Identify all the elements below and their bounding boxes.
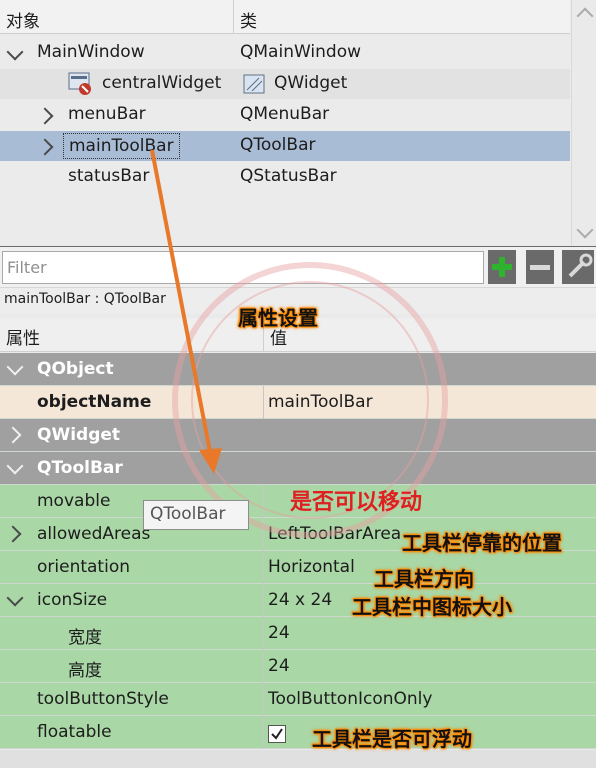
tree-row-statusbar[interactable]: statusBar QStatusBar — [0, 162, 570, 192]
minus-icon — [530, 265, 550, 270]
configure-button[interactable] — [562, 250, 594, 284]
wrench-icon — [568, 253, 593, 278]
chevron-right-icon[interactable] — [4, 426, 22, 444]
chevron-right-icon[interactable] — [36, 138, 54, 156]
object-name: centralWidget — [102, 73, 222, 93]
tree-row-centralwidget[interactable]: centralWidget QWidget — [0, 69, 570, 99]
annotation-allowed-areas: 工具栏停靠的位置 — [402, 531, 562, 555]
object-name: statusBar — [68, 166, 150, 186]
object-class: QToolBar — [240, 135, 316, 155]
object-name: menuBar — [68, 104, 146, 124]
property-row-width[interactable]: 宽度 24 — [0, 617, 596, 650]
chevron-right-icon[interactable] — [36, 107, 54, 125]
annotation-icon-size: 工具栏中图标大小 — [352, 595, 512, 619]
checkmark-icon — [271, 728, 283, 740]
property-row-height[interactable]: 高度 24 — [0, 650, 596, 683]
property-editor-footer — [0, 750, 596, 768]
property-name: 宽度 — [68, 628, 102, 648]
qwidget-class-icon — [243, 74, 265, 94]
scroll-up-icon[interactable] — [576, 7, 594, 25]
chevron-down-icon[interactable] — [6, 457, 24, 475]
object-inspector: 对象 类 MainWindow QMainWindow centralWidge… — [0, 0, 596, 246]
tooltip: QToolBar — [143, 500, 249, 530]
column-header-class[interactable]: 类 — [240, 7, 257, 32]
property-row-toolbuttonstyle[interactable]: toolButtonStyle ToolButtonIconOnly — [0, 683, 596, 716]
property-name: movable — [37, 491, 111, 511]
property-value[interactable]: Horizontal — [268, 557, 355, 577]
chevron-right-icon[interactable] — [4, 525, 22, 543]
inspector-scrollbar[interactable] — [571, 0, 596, 246]
inspector-header: 对象 类 — [0, 0, 570, 34]
property-value[interactable]: 24 — [268, 623, 290, 643]
object-class: QMainWindow — [240, 42, 361, 62]
remove-property-button[interactable] — [526, 250, 554, 284]
chevron-down-icon[interactable] — [6, 589, 24, 607]
property-name: toolButtonStyle — [37, 689, 169, 709]
annotation-orientation: 工具栏方向 — [374, 567, 474, 591]
property-name: orientation — [37, 557, 130, 577]
property-name: floatable — [37, 722, 112, 742]
tree-row-mainwindow[interactable]: MainWindow QMainWindow — [0, 38, 570, 68]
object-name: MainWindow — [37, 42, 145, 62]
floatable-checkbox[interactable] — [268, 725, 286, 743]
property-value[interactable]: ToolButtonIconOnly — [268, 689, 432, 709]
annotation-floatable: 工具栏是否可浮动 — [312, 727, 472, 751]
property-value[interactable]: 24 x 24 — [268, 590, 332, 610]
tree-row-menubar[interactable]: menuBar QMenuBar — [0, 100, 570, 130]
chevron-down-icon[interactable] — [6, 358, 24, 376]
widget-icon — [68, 72, 91, 95]
object-name: mainToolBar — [63, 133, 180, 159]
column-header-object[interactable]: 对象 — [6, 7, 40, 32]
property-value[interactable]: 24 — [268, 656, 290, 676]
tree-row-maintoolbar-selected[interactable]: mainToolBar QToolBar — [0, 131, 570, 161]
property-name: 高度 — [68, 661, 102, 681]
object-class: QMenuBar — [240, 104, 330, 124]
object-class: QWidget — [274, 73, 348, 93]
property-name: iconSize — [37, 590, 108, 610]
column-header-property[interactable]: 属性 — [6, 324, 40, 349]
chevron-down-icon[interactable] — [6, 43, 24, 61]
annotation-movable: 是否可以移动 — [290, 490, 423, 515]
property-row-floatable[interactable]: floatable — [0, 716, 596, 749]
object-class: QStatusBar — [240, 166, 337, 186]
annotation-property-settings: 属性设置 — [238, 306, 318, 330]
scroll-down-icon[interactable] — [576, 221, 594, 239]
